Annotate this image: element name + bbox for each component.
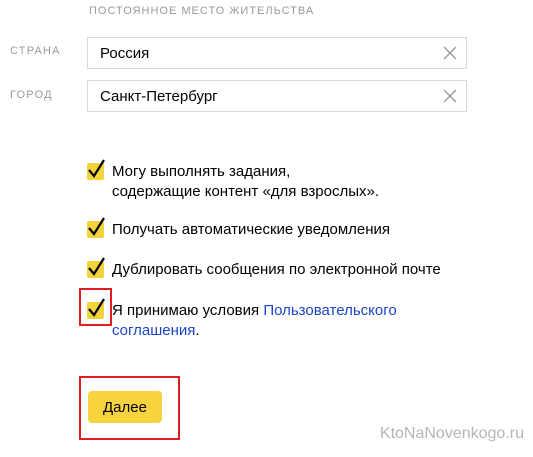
- country-field[interactable]: Россия: [87, 37, 467, 69]
- next-button-highlight: [79, 376, 180, 440]
- terms-link[interactable]: Пользовательского: [263, 302, 396, 319]
- terms-link-continued[interactable]: соглашения: [112, 322, 195, 339]
- section-title: Постоянное место жительства: [89, 5, 315, 17]
- terms-suffix: .: [195, 322, 200, 339]
- adult-content-checkbox[interactable]: [87, 159, 105, 180]
- city-field[interactable]: Санкт-Петербург: [87, 80, 467, 112]
- terms-label: Я принимаю условия Пользовательского сог…: [112, 301, 397, 341]
- city-label: Город: [10, 89, 53, 101]
- adult-content-label: Могу выполнять задания, содержащие конте…: [112, 162, 379, 202]
- clear-country-icon[interactable]: [442, 45, 458, 61]
- country-value: Россия: [100, 45, 150, 62]
- email-duplicate-label: Дублировать сообщения по электронной поч…: [112, 261, 441, 278]
- watermark: KtoNaNovenkogo.ru: [379, 425, 524, 442]
- clear-city-icon[interactable]: [442, 88, 458, 104]
- terms-checkbox-highlight: [79, 288, 112, 326]
- terms-prefix: Я принимаю условия: [112, 302, 264, 319]
- auto-notifications-label: Получать автоматические уведомления: [112, 221, 391, 238]
- checkmark-icon: [88, 159, 105, 178]
- adult-content-line1: Могу выполнять задания,: [112, 163, 291, 180]
- email-duplicate-checkbox[interactable]: [87, 257, 105, 278]
- adult-content-line2: содержащие контент «для взрослых».: [112, 183, 379, 200]
- country-label: Страна: [10, 45, 61, 57]
- checkmark-icon: [88, 217, 105, 236]
- auto-notifications-checkbox[interactable]: [87, 217, 105, 238]
- checkmark-icon: [88, 257, 105, 276]
- city-value: Санкт-Петербург: [100, 88, 218, 105]
